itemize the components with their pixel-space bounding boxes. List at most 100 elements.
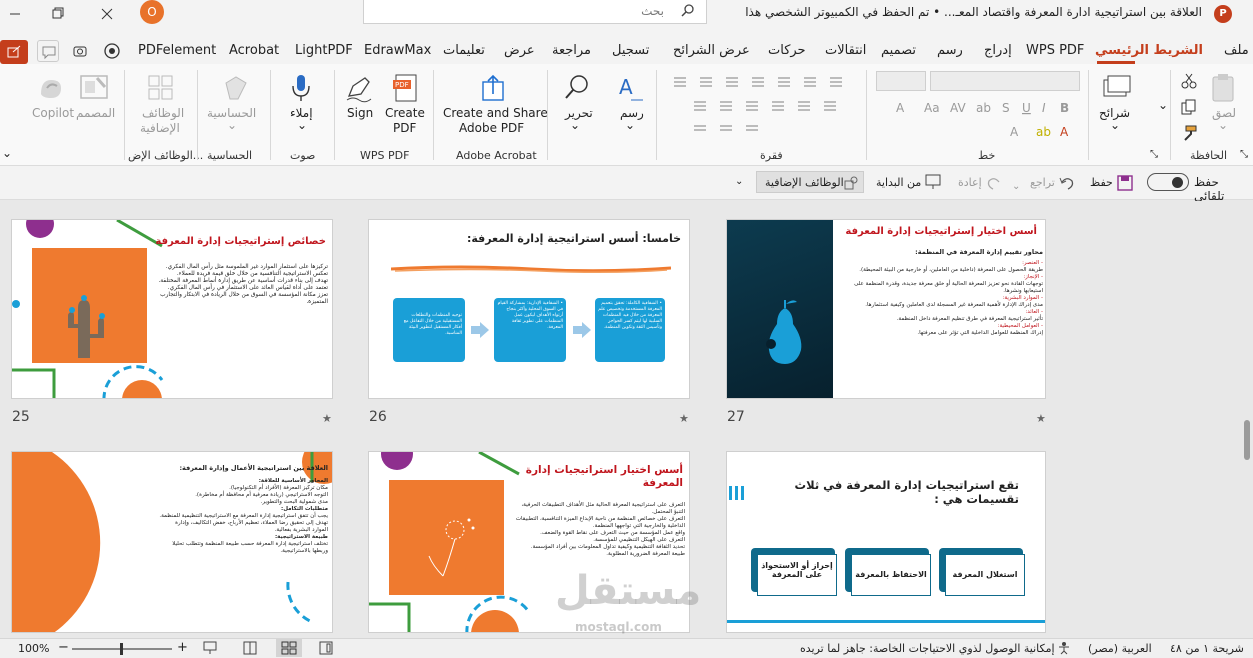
language-status[interactable]: العربية (مصر) xyxy=(1088,642,1152,655)
ribbon-collapse-icon[interactable]: ⌄ xyxy=(2,146,12,160)
tab-acrobat[interactable]: Acrobat xyxy=(229,43,279,58)
zoom-in-icon[interactable]: + xyxy=(177,640,188,655)
save-icon[interactable] xyxy=(1116,174,1134,192)
slide-29-bullet: التعرف على خصائص المنظمة من ناحية الإبدا… xyxy=(515,516,685,529)
tab-edrawmax[interactable]: EdrawMax xyxy=(364,43,431,58)
group-font: خط xyxy=(978,149,996,162)
search-box[interactable]: بحث xyxy=(363,0,707,24)
slide-27-title: أسس اختيار إستراتيجيات إدارة المعرفة xyxy=(845,226,1037,237)
transition-star-icon: ★ xyxy=(322,412,332,425)
slides-dropdown-icon[interactable]: ⌄ xyxy=(1110,118,1120,132)
format-painter-icon[interactable] xyxy=(1180,124,1198,142)
slideshow-view-icon[interactable] xyxy=(202,641,218,655)
minimize-button[interactable] xyxy=(6,5,24,23)
reading-view-icon[interactable] xyxy=(242,641,258,655)
camera-icon[interactable] xyxy=(69,40,91,62)
tab-home[interactable]: الشريط الرئيسي xyxy=(1095,43,1203,58)
slide-thumbnail-26[interactable]: خامسا: أسس استراتيجية إدارة المعرفة: • ا… xyxy=(368,219,690,399)
addins-button-label[interactable]: الوظائف xyxy=(142,106,184,120)
sign-button[interactable]: Sign xyxy=(347,106,373,120)
search-icon xyxy=(680,3,696,19)
svg-text:Aa: Aa xyxy=(924,101,940,115)
tab-insert[interactable]: إدراج xyxy=(984,43,1012,58)
tab-lightpdf[interactable]: LightPDF xyxy=(295,43,353,58)
edit-dropdown-icon[interactable]: ⌄ xyxy=(570,118,580,132)
accessibility-status[interactable]: إمكانية الوصول لذوي الاحتياجات الخاصة: ج… xyxy=(800,642,1055,655)
zoom-slider-thumb[interactable] xyxy=(120,643,123,655)
avatar[interactable]: O xyxy=(140,0,164,24)
tab-review[interactable]: مراجعة xyxy=(552,43,591,58)
vertical-scrollbar[interactable] xyxy=(1244,420,1250,460)
tab-slideshow[interactable]: عرض الشرائح xyxy=(673,43,750,58)
group-voice: صوت xyxy=(290,149,316,162)
copilot-button[interactable]: Copilot xyxy=(32,106,74,120)
close-window-button[interactable] xyxy=(98,5,116,23)
addins-quick-label: الوظائف الإضافية xyxy=(765,176,844,189)
tab-record[interactable]: تسجيل xyxy=(612,43,649,58)
zoom-out-icon[interactable]: − xyxy=(58,640,69,655)
tab-transitions[interactable]: انتقالات xyxy=(825,43,866,58)
create-share-adobe-button[interactable]: Create and Share xyxy=(443,106,548,120)
powerpoint-app-icon: P xyxy=(1214,5,1232,23)
slide-thumbnail-25[interactable]: خصائص إستراتيجيات إدارة المعرفة تركيزها … xyxy=(11,219,333,399)
tab-pdfelement[interactable]: PDFelement xyxy=(138,43,216,58)
copy-icon[interactable] xyxy=(1180,98,1198,116)
status-bar: 100% − + إمكانية الوصول لذوي الاحتياجات … xyxy=(0,638,1253,658)
restore-button[interactable] xyxy=(48,5,66,23)
slide-sorter-view-icon[interactable] xyxy=(276,639,302,657)
share-button[interactable] xyxy=(0,40,28,64)
tab-animations[interactable]: حركات xyxy=(768,43,806,58)
slide-26-box-1-text: • الشفافية الكاملة: تحقق بتعميم المعرفة … xyxy=(598,301,662,330)
slide-thumbnail-30[interactable]: العلاقة بين استراتيجية الأعمال وإدارة ال… xyxy=(11,451,333,633)
customize-toolbar-icon[interactable]: ⌄ xyxy=(735,176,743,187)
undo-icon[interactable] xyxy=(1058,174,1076,192)
normal-view-icon[interactable] xyxy=(318,641,334,655)
sensitivity-icon xyxy=(220,73,250,103)
tab-draw[interactable]: رسم xyxy=(937,43,963,58)
addins-quick-button[interactable]: الوظائف الإضافية xyxy=(756,171,864,193)
slide-26-brush-stroke xyxy=(391,264,671,274)
slide-27-line: مدى إدراك الإدارة لأهمية المعرفة غير الم… xyxy=(865,302,1043,308)
record-icon[interactable] xyxy=(101,40,123,62)
paste-dropdown-icon[interactable]: ⌄ xyxy=(1218,118,1228,132)
slideshow-from-start-icon[interactable] xyxy=(924,173,942,191)
slides-group-expand-icon[interactable]: ⤡ xyxy=(1150,149,1158,160)
slide-thumbnail-27[interactable]: أسس اختيار إستراتيجيات إدارة المعرفة محا… xyxy=(726,219,1046,399)
zoom-slider[interactable] xyxy=(72,643,172,655)
zoom-level[interactable]: 100% xyxy=(18,642,49,655)
slide-number-26: 26 xyxy=(369,409,387,425)
dictate-dropdown-icon[interactable]: ⌄ xyxy=(297,118,307,132)
tab-help[interactable]: تعليمات xyxy=(443,43,485,58)
create-pdf-button[interactable]: Create xyxy=(385,106,425,120)
from-start-label[interactable]: من البداية xyxy=(876,176,921,189)
clipboard-expand-icon[interactable]: ⤡ xyxy=(1240,149,1248,160)
svg-text:B: B xyxy=(1060,101,1069,115)
font-size-field[interactable] xyxy=(876,71,926,91)
tab-view[interactable]: عرض xyxy=(504,43,535,58)
autosave-label: حفظ تلقائي xyxy=(1194,175,1225,203)
redo-icon[interactable] xyxy=(985,174,1003,192)
slide-26-box-3: توجيه المنظمات والتطلعات المستقبلية من خ… xyxy=(393,298,465,362)
designer-button[interactable]: المصمم xyxy=(76,106,115,120)
autosave-toggle[interactable] xyxy=(1147,173,1189,191)
tab-file[interactable]: ملف xyxy=(1224,43,1249,58)
cut-icon[interactable] xyxy=(1180,72,1198,90)
slide-28-box-1-text: استغلال المعرفة xyxy=(945,554,1025,596)
draw-dropdown-icon[interactable]: ⌄ xyxy=(625,118,635,132)
create-pdf-button-line2[interactable]: PDF xyxy=(393,121,416,135)
slide-29-bullet: واقع عمل المؤسسة من حيث التعرف على نقاط … xyxy=(540,530,685,536)
redo-label[interactable]: إعادة xyxy=(958,176,982,189)
create-share-adobe-button-line2[interactable]: Adobe PDF xyxy=(459,121,524,135)
undo-dropdown-icon[interactable]: ⌄ xyxy=(1012,174,1020,193)
addins-button-label2[interactable]: الإضافية xyxy=(140,121,180,135)
layout-dropdown-icon[interactable]: ⌄ xyxy=(1158,98,1168,112)
tab-wps-pdf[interactable]: WPS PDF xyxy=(1026,43,1084,58)
slide-30-title: العلاقة بين استراتيجية الأعمال وإدارة ال… xyxy=(179,464,328,472)
undo-label[interactable]: تراجع xyxy=(1030,176,1055,189)
comments-icon[interactable] xyxy=(37,40,59,62)
tab-design[interactable]: تصميم xyxy=(881,43,916,58)
sensitivity-dropdown-icon[interactable]: ⌄ xyxy=(227,118,237,132)
font-name-field[interactable] xyxy=(930,71,1080,91)
slide-thumbnail-28[interactable]: تقع استراتيجيات إدارة المعرفة في ثلاث تق… xyxy=(726,451,1046,633)
save-label[interactable]: حفظ xyxy=(1090,176,1113,189)
